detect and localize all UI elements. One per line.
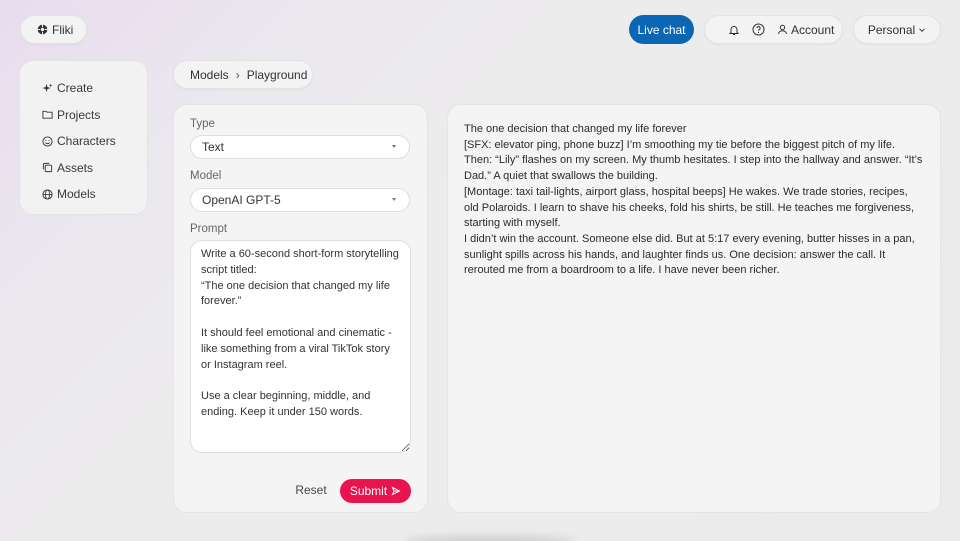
submit-button[interactable]: Submit xyxy=(340,479,411,503)
breadcrumb-separator: › xyxy=(235,67,240,82)
workspace-selector[interactable]: Personal xyxy=(853,15,941,44)
live-chat-button[interactable]: Live chat xyxy=(629,15,694,44)
sidebar-item-characters[interactable]: Characters xyxy=(42,128,147,155)
caret-down-icon xyxy=(392,198,396,201)
output-paragraph: [SFX: elevator ping, phone buzz] I’m smo… xyxy=(464,138,923,183)
sparkle-icon xyxy=(42,83,53,92)
bottom-shadow xyxy=(405,536,575,541)
type-select[interactable]: Text xyxy=(190,135,410,159)
type-select-value: Text xyxy=(202,140,225,154)
model-select-value: OpenAI GPT-5 xyxy=(202,193,281,207)
sidebar-item-label: Assets xyxy=(57,160,94,175)
type-label: Type xyxy=(190,118,215,130)
caret-down-icon xyxy=(392,145,396,148)
sidebar-item-label: Create xyxy=(57,81,94,96)
logo-button[interactable]: Fliki xyxy=(20,15,87,44)
help-icon[interactable] xyxy=(751,23,765,37)
output-panel: The one decision that changed my life fo… xyxy=(447,104,941,513)
utility-group: Account xyxy=(704,15,843,44)
smiley-icon xyxy=(42,136,53,147)
sidebar-item-label: Characters xyxy=(57,134,116,149)
model-select[interactable]: OpenAI GPT-5 xyxy=(190,188,410,212)
playground-form-panel: Type Text Model OpenAI GPT-5 Prompt Rese… xyxy=(173,104,428,513)
reset-button[interactable]: Reset xyxy=(289,482,333,498)
prompt-label: Prompt xyxy=(190,223,228,235)
account-button[interactable]: Account xyxy=(777,23,834,37)
fliki-logo-icon xyxy=(37,24,48,35)
stack-icon xyxy=(42,163,53,173)
globe-icon xyxy=(42,189,53,200)
sidebar-item-label: Projects xyxy=(57,107,101,122)
account-label: Account xyxy=(791,22,835,37)
sidebar-item-projects[interactable]: Projects xyxy=(42,102,147,129)
output-paragraph: [Montage: taxi tail-lights, airport glas… xyxy=(464,185,914,230)
chevron-down-icon xyxy=(919,27,926,32)
sidebar-item-create[interactable]: Create xyxy=(42,75,147,102)
user-icon xyxy=(778,24,787,35)
sidebar: Create Projects Characters Assets Models xyxy=(19,60,148,215)
prompt-textarea[interactable] xyxy=(190,240,411,453)
breadcrumb-parent[interactable]: Models xyxy=(190,68,229,82)
send-icon xyxy=(391,486,401,496)
bell-icon[interactable] xyxy=(727,23,741,37)
logo-label: Fliki xyxy=(52,22,74,37)
sidebar-item-assets[interactable]: Assets xyxy=(42,155,147,182)
output-title: The one decision that changed my life fo… xyxy=(464,123,687,135)
breadcrumb-current: Playground xyxy=(246,67,308,82)
sidebar-item-label: Models xyxy=(57,187,96,202)
submit-label: Submit xyxy=(349,484,388,498)
folder-icon xyxy=(42,111,53,119)
output-paragraph: I didn’t win the account. Someone else d… xyxy=(464,232,915,277)
model-label: Model xyxy=(190,170,222,182)
sidebar-item-models[interactable]: Models xyxy=(42,181,147,208)
breadcrumb: Models › Playground xyxy=(173,60,313,89)
workspace-label: Personal xyxy=(867,22,916,37)
